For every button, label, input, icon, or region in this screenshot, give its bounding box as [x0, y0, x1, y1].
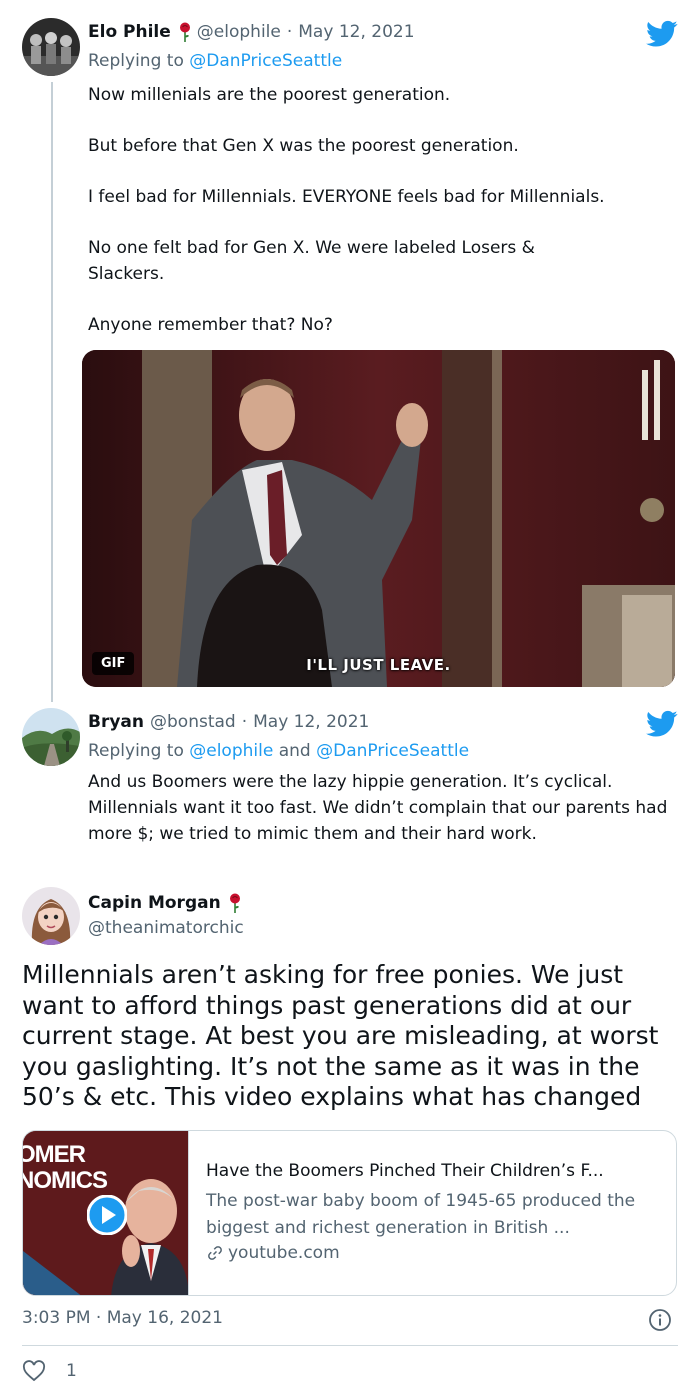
gif-caption: I'LL JUST LEAVE. [306, 656, 451, 674]
author-handle[interactable]: @elophile [197, 22, 281, 42]
replying-prefix: Replying to [88, 741, 184, 761]
rose-emoji-icon [229, 893, 240, 913]
separator-dot: · [241, 712, 248, 732]
like-button[interactable]: 1 [22, 1360, 77, 1382]
author-name[interactable]: Capin Morgan [88, 893, 221, 913]
author-name[interactable]: Elo Phile [88, 22, 171, 42]
author-handle[interactable]: @theanimatorchic [88, 918, 244, 938]
tweet-paragraph: But before that Gen X was the poorest ge… [88, 136, 519, 156]
tweet-date[interactable]: May 12, 2021 [253, 712, 369, 732]
avatar-bryan[interactable] [22, 708, 80, 766]
play-icon[interactable] [87, 1195, 127, 1235]
card-domain-text: youtube.com [228, 1243, 340, 1263]
replying-prefix: Replying to [88, 51, 184, 71]
avatar-capin-morgan[interactable] [22, 887, 80, 945]
avatar-elo-phile[interactable] [22, 18, 80, 76]
tweet-date[interactable]: May 12, 2021 [298, 22, 414, 42]
replying-to: Replying to @DanPriceSeattle [88, 51, 342, 71]
thumbnail-text-line2: NOMICS [23, 1167, 108, 1194]
card-domain: youtube.com [206, 1243, 340, 1263]
gif-scene-image [82, 350, 675, 687]
tweet-paragraph: I feel bad for Millennials. EVERYONE fee… [88, 187, 605, 207]
like-count: 1 [66, 1361, 77, 1381]
tweet-paragraph: Now millenials are the poorest generatio… [88, 85, 451, 105]
twitter-bird-icon [646, 710, 678, 737]
link-icon [208, 1246, 222, 1260]
tweet3-header: Capin Morgan [88, 893, 241, 913]
card-description: The post-war baby boom of 1945-65 produc… [206, 1191, 636, 1238]
replying-to: Replying to @elophile and @DanPriceSeatt… [88, 741, 469, 761]
mention-link[interactable]: @DanPriceSeattle [189, 51, 342, 71]
tweet1-body: Now millenials are the poorest generatio… [88, 82, 678, 338]
author-handle[interactable]: @bonstad [150, 712, 236, 732]
tweet-paragraph: No one felt bad for Gen X. We were label… [88, 238, 535, 284]
tweet2-body: And us Boomers were the lazy hippie gene… [88, 772, 668, 844]
tweet2-header: Bryan @bonstad · May 12, 2021 [88, 712, 369, 732]
tweet-timestamp[interactable]: 3:03 PM · May 16, 2021 [22, 1308, 223, 1328]
mention-link[interactable]: @DanPriceSeattle [316, 741, 469, 761]
mention-link[interactable]: @elophile [189, 741, 273, 761]
tweet3-body: Millennials aren’t asking for free ponie… [22, 960, 659, 1111]
link-card[interactable]: OMER NOMICS Have the Boomers Pinched The… [22, 1130, 677, 1296]
card-thumbnail: OMER NOMICS [23, 1131, 189, 1295]
twitter-bird-icon [646, 20, 678, 47]
tweet1-header: Elo Phile @elophile · May 12, 2021 [88, 22, 415, 42]
heart-icon [22, 1360, 46, 1382]
replying-and: and [278, 741, 311, 761]
info-icon[interactable] [648, 1308, 672, 1332]
thread-line [51, 82, 53, 702]
separator-dot: · [286, 22, 293, 42]
divider [22, 1345, 678, 1346]
gif-media[interactable]: GIF I'LL JUST LEAVE. [82, 350, 675, 687]
author-name[interactable]: Bryan [88, 712, 144, 732]
rose-emoji-icon [179, 22, 190, 42]
thumbnail-text-line1: OMER [23, 1141, 86, 1168]
card-title: Have the Boomers Pinched Their Children’… [206, 1161, 604, 1181]
tweet-paragraph: Anyone remember that? No? [88, 315, 333, 335]
